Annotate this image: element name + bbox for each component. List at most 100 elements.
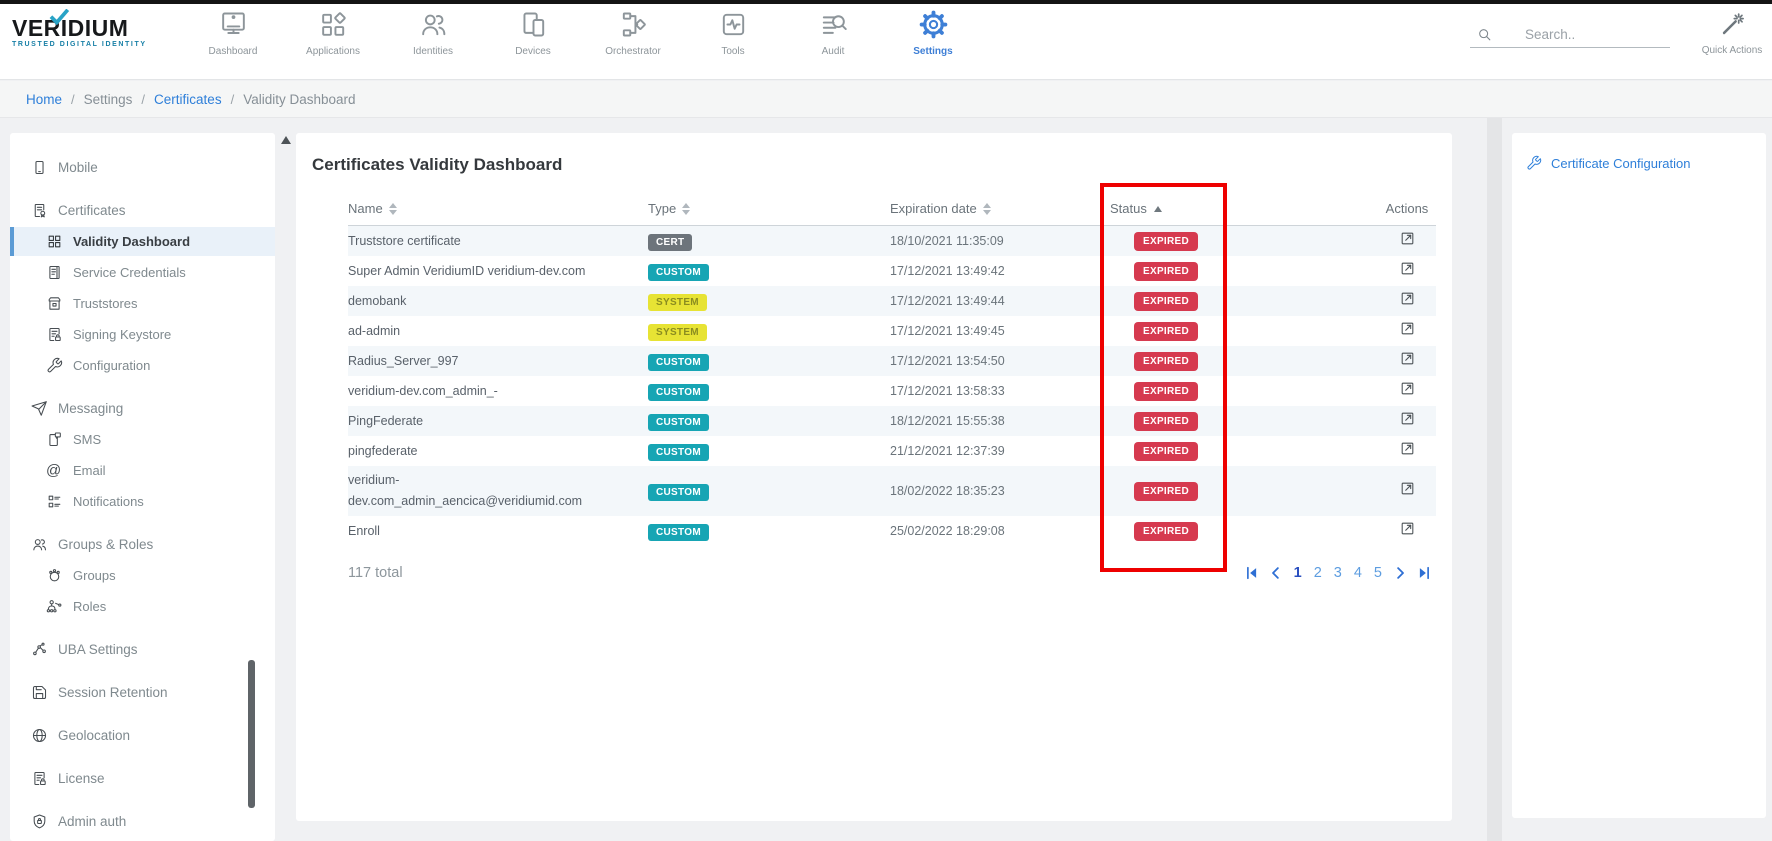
certificate-name: Enroll (348, 521, 648, 542)
sidebar-scrollbar-thumb[interactable] (248, 660, 255, 808)
breadcrumb: Home/Settings/Certificates/Validity Dash… (0, 81, 1772, 118)
search-input[interactable] (1525, 27, 1655, 42)
nav-label: Audit (822, 46, 845, 57)
pagination-page-5[interactable]: 5 (1374, 565, 1382, 581)
pagination-next-page[interactable] (1391, 564, 1409, 582)
primary-nav: Dashboard ApplicationsIdentities Devices Or… (188, 9, 988, 57)
brand-tagline: TRUSTED DIGITAL IDENTITY (12, 41, 182, 48)
certificate-configuration-link[interactable]: Certificate Configuration (1526, 155, 1752, 171)
open-certificate-icon[interactable] (1399, 410, 1416, 427)
nav-label: Orchestrator (605, 46, 661, 57)
breadcrumb-home[interactable]: Home (26, 92, 62, 107)
certificates-validity-panel: Certificates Validity Dashboard NameType… (296, 133, 1452, 821)
pagination-page-4[interactable]: 4 (1354, 565, 1362, 581)
nav-label: Dashboard (209, 46, 258, 57)
nav-item-settings[interactable]: Settings (888, 9, 978, 57)
pagination-page-2[interactable]: 2 (1314, 565, 1322, 581)
sidebar-item-signing-keystore[interactable]: Signing Keystore (10, 320, 275, 349)
sidebar-item-roles[interactable]: Roles (10, 592, 275, 621)
paper-plane-icon (31, 400, 48, 417)
quick-actions-button[interactable]: Quick Actions (1700, 11, 1764, 56)
column-label: Status (1110, 201, 1147, 216)
nav-item-dashboard[interactable]: Dashboard (188, 9, 278, 57)
nav-label: Settings (913, 46, 952, 57)
open-certificate-icon[interactable] (1399, 230, 1416, 247)
sidebar-item-truststores[interactable]: Truststores (10, 289, 275, 318)
nav-label: Devices (515, 46, 551, 57)
pagination-last-page[interactable] (1415, 564, 1433, 582)
nav-item-orchestrator[interactable]: Orchestrator (588, 9, 678, 57)
sidebar-item-email[interactable]: @Email (10, 456, 275, 485)
open-certificate-icon[interactable] (1399, 260, 1416, 277)
sidebar-item-certificates[interactable]: Certificates (10, 196, 275, 225)
sidebar-item-notifications[interactable]: Notifications (10, 487, 275, 516)
sidebar-item-license[interactable]: License (10, 764, 275, 793)
sidebar-item-service-credentials[interactable]: Service Credentials (10, 258, 275, 287)
pagination-previous-page[interactable] (1267, 564, 1285, 582)
column-header-name[interactable]: Name (348, 201, 648, 216)
status-badge: EXPIRED (1134, 292, 1198, 311)
sidebar-item-sms[interactable]: SMS (10, 425, 275, 454)
table-row: Super Admin VeridiumID veridium-dev.comC… (348, 256, 1436, 286)
column-header-expiration-date[interactable]: Expiration date (890, 201, 1110, 216)
sidebar-item-uba-settings[interactable]: UBA Settings (10, 635, 275, 664)
sidebar-item-label: SMS (73, 432, 101, 447)
nav-item-identities[interactable]: Identities (388, 9, 478, 57)
sort-icon (682, 203, 690, 215)
at-icon: @ (46, 462, 63, 479)
sidebar-item-label: Service Credentials (73, 265, 186, 280)
sidebar-item-label: Groups (73, 568, 116, 583)
type-badge: CUSTOM (648, 444, 709, 461)
open-certificate-icon[interactable] (1399, 380, 1416, 397)
open-certificate-icon[interactable] (1399, 440, 1416, 457)
nav-item-tools[interactable]: Tools (688, 9, 778, 57)
pagination-page-1[interactable]: 1 (1294, 565, 1302, 581)
open-certificate-icon[interactable] (1399, 290, 1416, 307)
nav-item-applications[interactable]: Applications (288, 9, 378, 57)
status-badge: EXPIRED (1134, 482, 1198, 501)
type-badge: CUSTOM (648, 524, 709, 541)
sort-icon (983, 203, 991, 215)
open-certificate-icon[interactable] (1399, 480, 1416, 497)
column-header-status[interactable]: Status (1110, 201, 1378, 216)
content-scrollbar[interactable] (1487, 118, 1502, 841)
sidebar-item-configuration[interactable]: Configuration (10, 351, 275, 380)
sidebar-item-label: Validity Dashboard (73, 234, 190, 249)
table-row: pingfederateCUSTOM21/12/2021 12:37:39EXP… (348, 436, 1436, 466)
sms-icon (46, 431, 63, 448)
notifications-icon (46, 493, 63, 510)
certificates-table: NameTypeExpiration dateStatusActions Tru… (348, 201, 1436, 582)
column-label: Actions (1386, 201, 1429, 216)
wrench-icon (46, 357, 63, 374)
nav-item-audit[interactable]: Audit (788, 9, 878, 57)
status-badge: EXPIRED (1134, 232, 1198, 251)
open-certificate-icon[interactable] (1399, 520, 1416, 537)
open-certificate-icon[interactable] (1399, 320, 1416, 337)
sidebar-scroll-up-arrow[interactable] (281, 136, 291, 144)
sidebar-item-messaging[interactable]: Messaging (10, 394, 275, 423)
shield-lock-icon (31, 813, 48, 830)
open-certificate-icon[interactable] (1399, 350, 1416, 367)
sidebar-item-validity-dashboard[interactable]: Validity Dashboard (10, 227, 275, 256)
sidebar-item-session-retention[interactable]: Session Retention (10, 678, 275, 707)
expiration-date: 17/12/2021 13:49:44 (890, 294, 1110, 308)
nav-item-devices[interactable]: Devices (488, 9, 578, 57)
pagination-first-page[interactable] (1243, 564, 1261, 582)
type-badge: CUSTOM (648, 484, 709, 501)
breadcrumb-certificates[interactable]: Certificates (154, 92, 222, 107)
audit-search-icon (818, 9, 849, 40)
sidebar-item-admin-auth[interactable]: Admin auth (10, 807, 275, 836)
sidebar-item-groups[interactable]: Groups (10, 561, 275, 590)
sidebar-item-geolocation[interactable]: Geolocation (10, 721, 275, 750)
breadcrumb-settings: Settings (84, 92, 133, 107)
certificate-icon (31, 202, 48, 219)
column-header-type[interactable]: Type (648, 201, 890, 216)
orchestrator-icon (618, 9, 649, 40)
nav-label: Tools (721, 46, 744, 57)
table-header-row: NameTypeExpiration date Status Actions (348, 201, 1436, 226)
sidebar-item-mobile[interactable]: Mobile (10, 153, 275, 182)
sidebar-item-label: Signing Keystore (73, 327, 171, 342)
column-label: Expiration date (890, 201, 977, 216)
pagination-page-3[interactable]: 3 (1334, 565, 1342, 581)
sidebar-item-groups-roles[interactable]: Groups & Roles (10, 530, 275, 559)
